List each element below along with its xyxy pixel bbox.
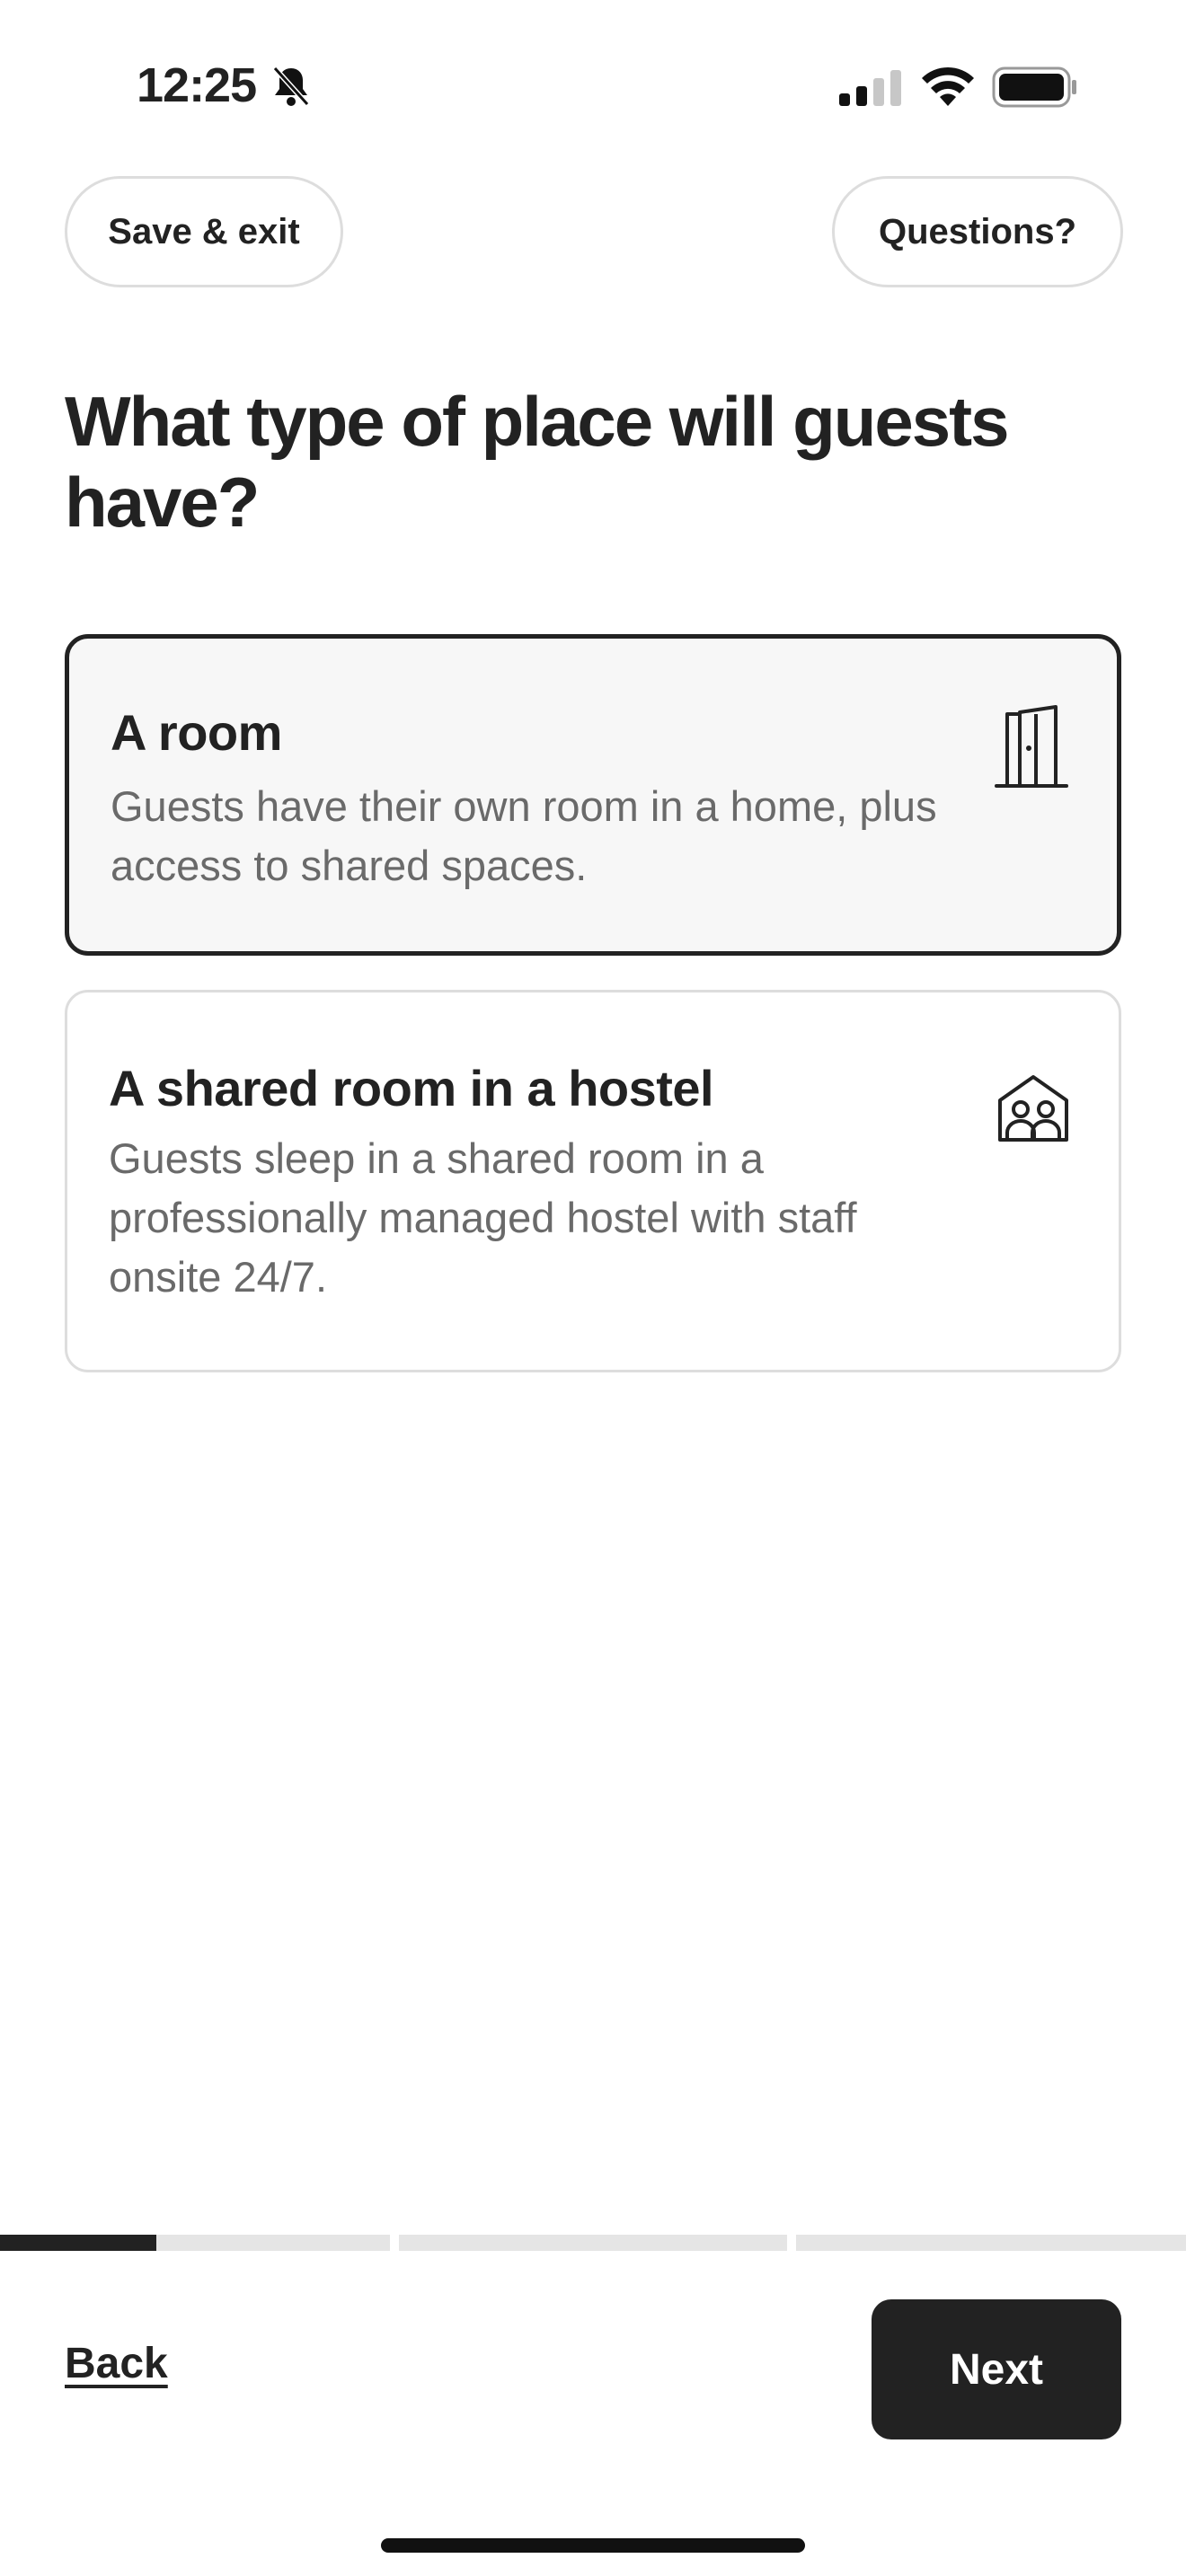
option-description: Guests sleep in a shared room in a profe… [109,1134,857,1301]
save-exit-button[interactable]: Save & exit [65,176,343,287]
bell-off-icon [272,66,310,107]
option-description: Guests have their own room in a home, pl… [111,782,937,889]
back-button[interactable]: Back [65,2339,168,2388]
progress-fill [0,2235,156,2251]
home-indicator [381,2538,805,2553]
questions-button[interactable]: Questions? [832,176,1123,287]
status-time: 12:25 [137,58,257,112]
status-bar: 12:25 [0,0,1186,162]
page-title: What type of place will guests have? [65,382,1010,542]
next-button[interactable]: Next [872,2299,1121,2439]
progress-bar [0,2235,1186,2251]
cellular-signal-icon [839,70,901,106]
option-title: A room [111,704,282,761]
wifi-icon [922,66,974,106]
shared-room-icon [998,1075,1068,1142]
option-card-hostel[interactable]: A shared room in a hostel Guests sleep i… [65,990,1121,1372]
door-icon [995,705,1068,788]
progress-step-1 [0,2235,390,2251]
option-title: A shared room in a hostel [109,1060,714,1116]
progress-step-2 [399,2235,787,2251]
battery-icon [992,66,1076,108]
option-card-room[interactable]: A room Guests have their own room in a h… [65,634,1121,956]
progress-step-3 [796,2235,1186,2251]
